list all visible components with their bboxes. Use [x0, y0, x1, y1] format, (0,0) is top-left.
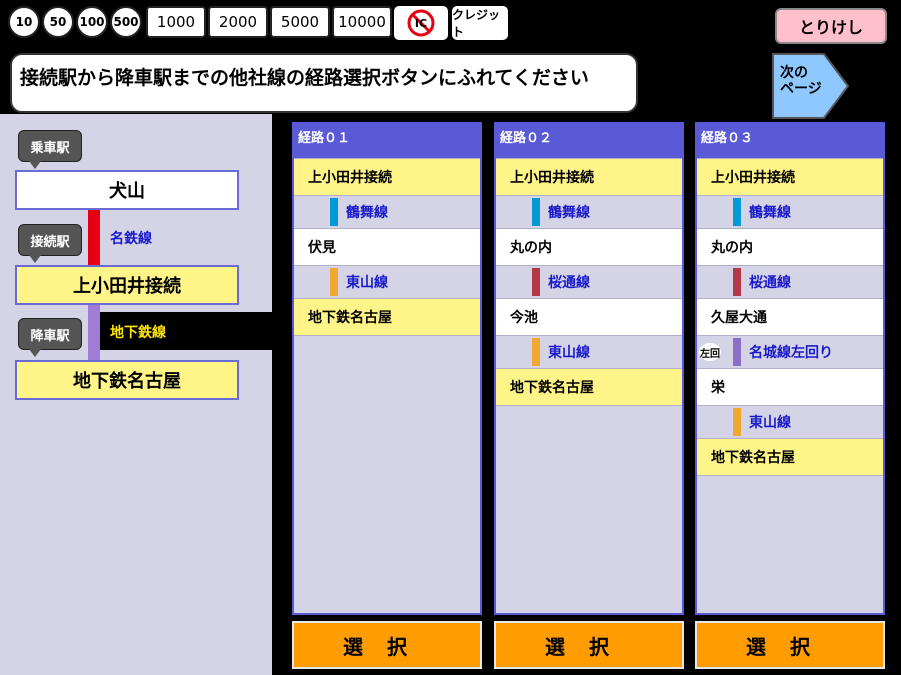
- route-line-segment: 左回 名城線左回り: [697, 336, 883, 368]
- route-line-segment: 東山線: [294, 266, 480, 298]
- route-station-name: 丸の内: [711, 240, 753, 256]
- route-station-name: 地下鉄名古屋: [510, 380, 594, 396]
- route-station: 地下鉄名古屋: [496, 368, 682, 406]
- line-color-bar: [330, 198, 338, 226]
- bill-2000-button[interactable]: 2000: [208, 6, 268, 38]
- route-station: 上小田井接続: [496, 158, 682, 196]
- route-title: 経路０３: [697, 124, 883, 158]
- route-line-segment: 桜通線: [496, 266, 682, 298]
- route-station: 地下鉄名古屋: [294, 298, 480, 336]
- meitetsu-line-bar: [88, 210, 100, 265]
- next-page-button[interactable]: 次の ページ: [772, 53, 850, 119]
- route-station: 地下鉄名古屋: [697, 438, 883, 476]
- bill-5000-button[interactable]: 5000: [270, 6, 330, 38]
- boarding-station: 犬山: [15, 170, 239, 210]
- first-line-label: 名鉄線: [110, 231, 152, 247]
- route-station: 上小田井接続: [294, 158, 480, 196]
- route-line-name: 桜通線: [749, 275, 791, 291]
- bill-10000-button[interactable]: 10000: [332, 6, 392, 38]
- transfer-tag: 接続駅: [18, 224, 82, 263]
- select-route-3-button[interactable]: 選択: [695, 621, 885, 669]
- route-line-segment: 東山線: [496, 336, 682, 368]
- select-route-2-button[interactable]: 選択: [494, 621, 684, 669]
- route-station: 伏見: [294, 228, 480, 266]
- second-line-label: 地下鉄線: [110, 325, 166, 341]
- svg-text:IC: IC: [415, 17, 427, 30]
- line-color-bar: [733, 268, 741, 296]
- alighting-tag: 降車駅: [18, 318, 82, 357]
- route-station-name: 上小田井接続: [510, 170, 594, 186]
- route-station: 上小田井接続: [697, 158, 883, 196]
- route-title: 経路０２: [496, 124, 682, 158]
- route-station-name: 栄: [711, 380, 725, 396]
- route-line-segment: 東山線: [697, 406, 883, 438]
- route-station-name: 久屋大通: [711, 310, 767, 326]
- route-station-name: 今池: [510, 310, 538, 326]
- route-station-name: 上小田井接続: [308, 170, 392, 186]
- route-station-name: 地下鉄名古屋: [308, 310, 392, 326]
- route-column-3: 経路０３ 上小田井接続鶴舞線丸の内桜通線久屋大通左回 名城線左回り栄東山線地下鉄名古…: [695, 122, 885, 615]
- route-line-name: 名城線左回り: [749, 345, 833, 361]
- route-station: 今池: [496, 298, 682, 336]
- credit-card-button[interactable]: クレジット: [452, 6, 508, 40]
- ic-card-button[interactable]: IC: [394, 6, 448, 40]
- counterclockwise-loop-icon: 左回: [699, 343, 721, 361]
- route-station: 丸の内: [697, 228, 883, 266]
- no-ic-icon: IC: [407, 9, 435, 37]
- next-page-label-1: 次の: [780, 65, 808, 81]
- boarding-tag: 乗車駅: [18, 130, 82, 169]
- line-color-bar: [330, 268, 338, 296]
- route-line-name: 鶴舞線: [548, 205, 590, 221]
- line-color-bar: [733, 198, 741, 226]
- coin-100-button[interactable]: 100: [76, 6, 108, 38]
- line-color-bar: [532, 268, 540, 296]
- route-line-segment: 鶴舞線: [496, 196, 682, 228]
- route-column-2: 経路０２ 上小田井接続鶴舞線丸の内桜通線今池東山線地下鉄名古屋: [494, 122, 684, 615]
- instruction-message: 接続駅から降車駅までの他社線の経路選択ボタンにふれてください: [10, 53, 638, 113]
- next-page-label-2: ページ: [780, 81, 822, 97]
- coin-50-button[interactable]: 50: [42, 6, 74, 38]
- route-line-name: 東山線: [346, 275, 388, 291]
- line-color-bar: [532, 338, 540, 366]
- route-station: 丸の内: [496, 228, 682, 266]
- route-station-name: 丸の内: [510, 240, 552, 256]
- route-column-1: 経路０１ 上小田井接続鶴舞線伏見東山線地下鉄名古屋: [292, 122, 482, 615]
- subway-line-bar: [88, 305, 100, 360]
- route-title: 経路０１: [294, 124, 480, 158]
- route-station-name: 地下鉄名古屋: [711, 450, 795, 466]
- line-color-bar: [733, 408, 741, 436]
- route-line-name: 鶴舞線: [749, 205, 791, 221]
- alighting-station: 地下鉄名古屋: [15, 360, 239, 400]
- line-color-bar: [733, 338, 741, 366]
- route-line-segment: 鶴舞線: [294, 196, 480, 228]
- route-line-name: 東山線: [548, 345, 590, 361]
- route-line-name: 東山線: [749, 415, 791, 431]
- route-station-name: 上小田井接続: [711, 170, 795, 186]
- route-line-name: 鶴舞線: [346, 205, 388, 221]
- route-line-segment: 鶴舞線: [697, 196, 883, 228]
- route-station-name: 伏見: [308, 240, 336, 256]
- line-color-bar: [532, 198, 540, 226]
- select-route-1-button[interactable]: 選択: [292, 621, 482, 669]
- transfer-station: 上小田井接続: [15, 265, 239, 305]
- route-station: 栄: [697, 368, 883, 406]
- coin-500-button[interactable]: 500: [110, 6, 142, 38]
- coin-10-button[interactable]: 10: [8, 6, 40, 38]
- route-station: 久屋大通: [697, 298, 883, 336]
- cancel-button[interactable]: とりけし: [775, 8, 887, 44]
- route-line-name: 桜通線: [548, 275, 590, 291]
- bill-1000-button[interactable]: 1000: [146, 6, 206, 38]
- route-line-segment: 桜通線: [697, 266, 883, 298]
